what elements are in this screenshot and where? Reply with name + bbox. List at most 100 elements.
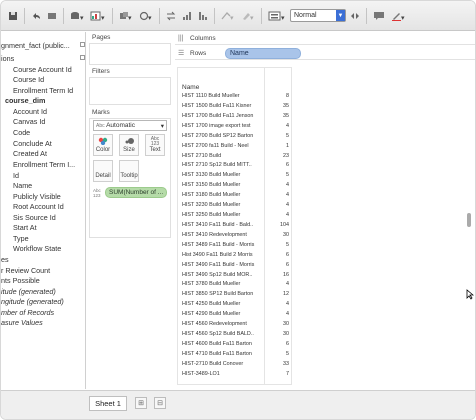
save-icon[interactable] — [6, 8, 20, 24]
data-field[interactable]: Created At — [13, 149, 47, 158]
data-field[interactable]: Conclude At — [13, 139, 52, 148]
column-header-name: Name — [182, 84, 200, 91]
color-button[interactable]: Color — [93, 134, 113, 156]
size-button[interactable]: Size — [119, 134, 139, 156]
dimensions-menu-icon[interactable] — [80, 55, 85, 60]
group-icon[interactable]: ▾ — [219, 8, 237, 24]
row-name: HIST 1500 Build Fa11 Kisner — [182, 102, 252, 109]
columns-shelf[interactable]: ||| Columns — [175, 32, 475, 45]
data-field[interactable]: es — [1, 255, 9, 264]
data-field[interactable]: Id — [13, 171, 19, 180]
sheet-1-tab[interactable]: Sheet 1 — [89, 396, 127, 411]
table-row[interactable]: HIST 3250 Build Mueller 4 — [178, 212, 291, 221]
swap-icon[interactable] — [164, 8, 178, 24]
new-worksheet-icon[interactable]: ▾ — [88, 8, 108, 24]
tooltip-icon[interactable] — [371, 8, 387, 24]
data-field[interactable]: Code — [13, 128, 30, 137]
data-field[interactable]: ngitude (generated) — [1, 297, 64, 306]
table-row[interactable]: HIST 3490 Sp12 Build MOR.. 16 — [178, 272, 291, 281]
tooltip-button[interactable]: Tooltip — [119, 160, 139, 182]
data-field[interactable]: r Review Count — [1, 266, 50, 275]
table-row[interactable]: HIST 3780 Build Mueller 4 — [178, 281, 291, 290]
table-row[interactable]: HIST 4600 Build Fa11 Barton 6 — [178, 341, 291, 350]
detail-button[interactable]: Detail — [93, 160, 113, 182]
detail-label: Detail — [95, 173, 111, 179]
data-field[interactable]: Enrollment Term I... — [13, 160, 75, 169]
table-row[interactable]: HIST-2710 Build Conover 33 — [178, 361, 291, 370]
table-row[interactable]: HIST 4290 Build Mueller 4 — [178, 311, 291, 320]
table-row[interactable]: HIST-3489-LO1 7 — [178, 371, 291, 380]
table-row[interactable]: HIST 3180 Build Mueller 4 — [178, 192, 291, 201]
table-row[interactable]: HIST 2710 Sp12 Build MITT.. 6 — [178, 162, 291, 171]
data-field[interactable]: Root Account Id — [13, 202, 64, 211]
data-field[interactable]: Sis Source Id — [13, 213, 56, 222]
new-dashboard-tab-icon[interactable]: ⊟ — [154, 397, 166, 409]
table-row[interactable]: HIST 3130 Build Mueller 5 — [178, 172, 291, 181]
table-row[interactable]: HIST 1500 Build Fa11 Kisner 35 — [178, 102, 291, 112]
duplicate-icon[interactable]: ▾ — [117, 8, 135, 24]
row-value: 12 — [283, 291, 289, 298]
scrollbar-thumb[interactable] — [467, 213, 471, 227]
table-row[interactable]: HIST 3230 Build Mueller 4 — [178, 202, 291, 211]
table-row[interactable]: HIST 1700 image export test 4 — [178, 122, 291, 132]
data-field[interactable]: Course Account Id — [13, 65, 72, 74]
data-field[interactable]: mber of Records — [1, 308, 54, 317]
table-row[interactable]: HIST 4710 Build Fa11 Barton 5 — [178, 351, 291, 360]
table-row[interactable]: HIST 1700 Build Fa11 Jenson 35 — [178, 113, 291, 122]
table-row[interactable]: HIST 2710 Build 23 — [178, 153, 291, 162]
table-row[interactable]: Hist 3490 Fa11 Build 2 Morris 6 — [178, 252, 291, 261]
data-field[interactable]: course_dim — [5, 96, 45, 105]
row-value: 4 — [286, 122, 289, 129]
data-field[interactable]: itude (generated) — [1, 287, 56, 296]
table-row[interactable]: HIST 3410 Redevelopment 30 — [178, 232, 291, 241]
table-row[interactable]: HIST 3850 SP12 Build Barton 12 — [178, 291, 291, 300]
text-mark-pill[interactable]: SUM(Number of ... — [105, 187, 167, 198]
table-row[interactable]: HIST 4560 Sp12 Build BALD.. 30 — [178, 331, 291, 340]
table-row[interactable]: HIST 4560 Redevelopment 30 — [178, 321, 291, 330]
sort-asc-icon[interactable] — [180, 8, 194, 24]
table-row[interactable]: HIST 2700 fa11 Build - Neel 1 — [178, 143, 291, 152]
mark-type-value: Automatic — [106, 122, 135, 129]
view-size-select[interactable]: Normal ▼ — [290, 9, 346, 22]
pages-shelf[interactable] — [89, 43, 171, 65]
highlight-icon[interactable]: ▾ — [239, 8, 257, 24]
redo-icon[interactable] — [45, 8, 59, 24]
table-row[interactable]: HIST 3490 Fa11 Build - Morris 6 — [178, 262, 291, 271]
svg-text:▾: ▾ — [101, 15, 105, 21]
toolbar-separator — [63, 7, 64, 24]
data-field[interactable]: gnment_fact (public... — [1, 41, 70, 50]
data-field[interactable]: asure Values — [1, 318, 43, 327]
new-worksheet-tab-icon[interactable]: ⊞ — [135, 397, 147, 409]
fix-axes-icon[interactable] — [348, 8, 362, 24]
filters-shelf[interactable] — [89, 77, 171, 105]
data-field[interactable]: Account Id — [13, 107, 47, 116]
show-me-icon[interactable]: ▾ — [266, 8, 288, 24]
add-datasource-icon[interactable]: ▾ — [68, 8, 86, 24]
table-row[interactable]: HIST 2700 Build SP12 Barton 5 — [178, 133, 291, 142]
row-value: 4 — [286, 212, 289, 219]
data-field[interactable]: Canvas Id — [13, 117, 45, 126]
data-field[interactable]: Start At — [13, 223, 37, 232]
table-row[interactable]: HIST 3489 Fa11 Build - Morris 5 — [178, 242, 291, 251]
data-field[interactable]: nts Possible — [1, 276, 40, 285]
data-field[interactable]: Workflow State — [13, 244, 61, 253]
datasource-menu-icon[interactable] — [80, 42, 85, 47]
table-row[interactable]: HIST 3150 Build Mueller 4 — [178, 182, 291, 191]
data-field[interactable]: Publicly Visible — [13, 192, 61, 201]
mark-type-select[interactable]: Abc Automatic ▾ — [93, 120, 167, 131]
refresh-icon[interactable]: ▾ — [137, 8, 155, 24]
data-field[interactable]: Enrollment Term Id — [13, 86, 73, 95]
rows-shelf[interactable]: ☰ Rows — [175, 47, 475, 60]
undo-icon[interactable] — [29, 8, 43, 24]
rows-name-pill[interactable]: Name — [225, 48, 301, 59]
sort-desc-icon[interactable] — [196, 8, 210, 24]
data-field[interactable]: Name — [13, 181, 32, 190]
table-row[interactable]: HIST 4250 Build Mueller 4 — [178, 301, 291, 310]
table-row[interactable]: HIST 3410 Fa11 Build - Bald.. 104 — [178, 222, 291, 231]
data-field[interactable]: ions — [1, 54, 14, 63]
annotate-icon[interactable]: ▾ — [389, 8, 409, 24]
text-button[interactable]: Abc 123 Text — [145, 134, 165, 156]
table-row[interactable]: HIST 1110 Build Mueller 8 — [178, 93, 291, 102]
data-field[interactable]: Type — [13, 234, 29, 243]
data-field[interactable]: Course Id — [13, 75, 44, 84]
